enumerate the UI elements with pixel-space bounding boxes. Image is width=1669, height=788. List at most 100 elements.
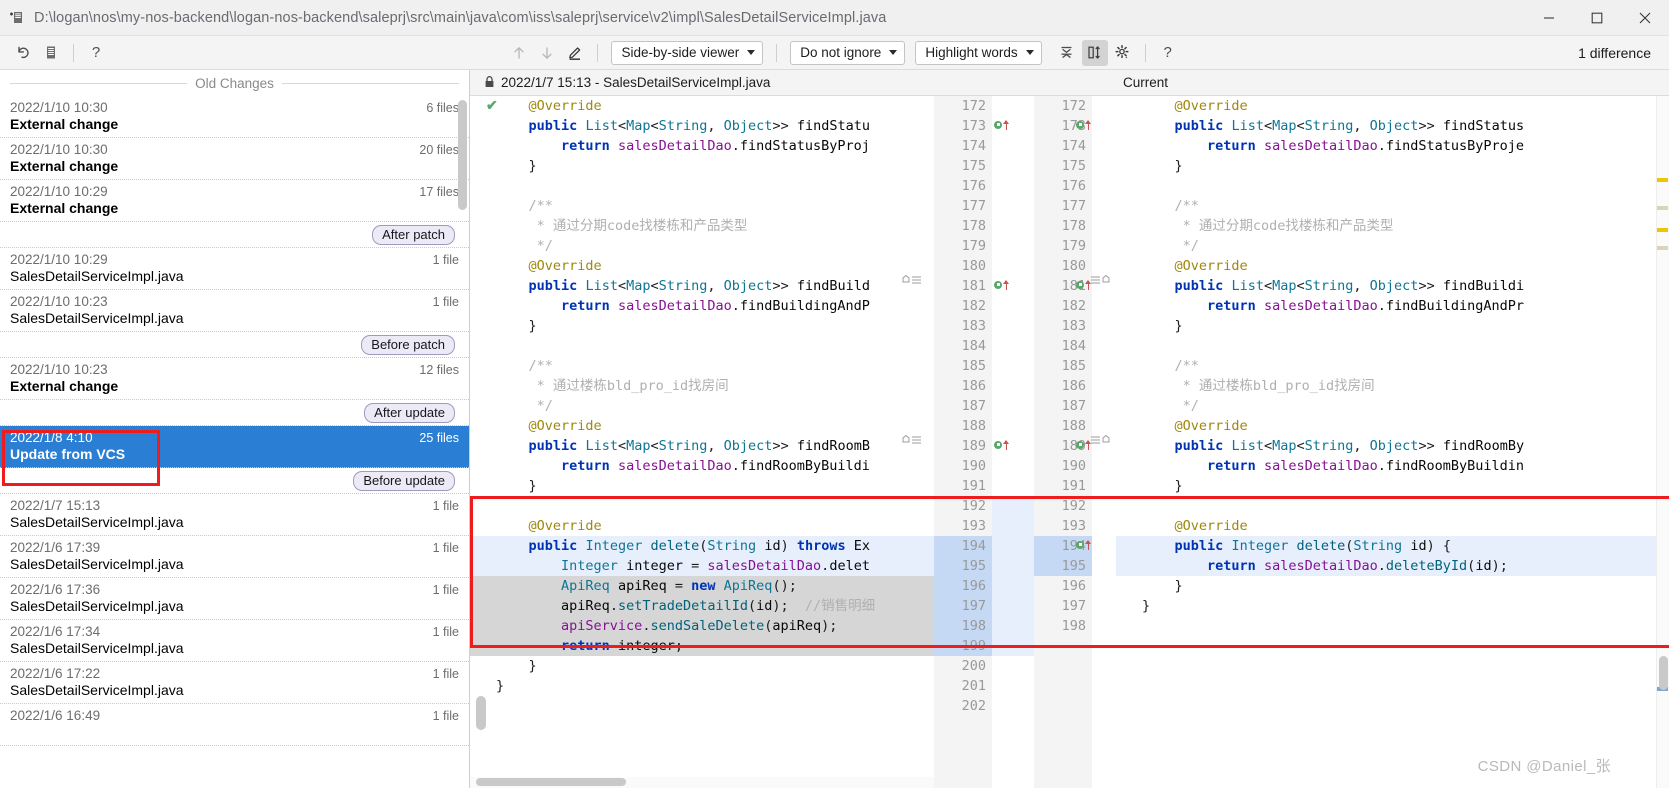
edit-pencil-icon[interactable] xyxy=(562,40,588,66)
change-marker-right[interactable] xyxy=(1076,119,1092,130)
line-number: 176 xyxy=(961,178,986,194)
fold-marker-icon[interactable] xyxy=(1090,434,1112,449)
maximize-button[interactable] xyxy=(1573,0,1621,36)
apply-arrow-icon[interactable] xyxy=(1085,119,1092,130)
minimize-button[interactable] xyxy=(1525,0,1573,36)
line-number: 190 xyxy=(961,458,986,474)
change-marker[interactable] xyxy=(994,279,1010,290)
fold-marker-icon[interactable] xyxy=(902,434,922,449)
change-list-item[interactable]: 2022/1/6 17:39 1 file SalesDetailServiceIm… xyxy=(0,536,469,578)
change-list-item[interactable]: 2022/1/10 10:29 1 file SalesDetailServiceI… xyxy=(0,248,469,290)
change-list-item[interactable]: 2022/1/6 17:22 1 file SalesDetailServiceIm… xyxy=(0,662,469,704)
line-number: 187 xyxy=(1061,398,1086,414)
fold-marker-icon[interactable] xyxy=(1090,274,1112,289)
modified-dot-icon xyxy=(1076,120,1084,129)
change-list-item[interactable]: 2022/1/10 10:29 17 files External change xyxy=(0,180,469,222)
apply-arrow-icon[interactable] xyxy=(1003,439,1010,450)
line-number: 198 xyxy=(934,616,992,636)
change-title: External change xyxy=(10,116,119,132)
change-title: Update from VCS xyxy=(10,446,126,462)
highlight-mode-select[interactable]: Highlight words xyxy=(915,40,1042,65)
line-number: 179 xyxy=(961,238,986,254)
change-list-item[interactable]: 2022/1/8 4:10 25 files Update from VCS xyxy=(0,426,469,468)
change-marker[interactable] xyxy=(994,439,1010,450)
left-hscroll-thumb[interactable] xyxy=(476,778,626,786)
viewer-mode-select[interactable]: Side-by-side viewer xyxy=(611,40,764,65)
modified-dot-icon xyxy=(994,440,1002,449)
change-list-item[interactable]: 2022/1/6 16:49 1 file xyxy=(0,704,469,746)
line-number: 192 xyxy=(961,498,986,514)
undo-icon[interactable] xyxy=(10,40,36,66)
code-line: public List<Map<String, Object>> findBui… xyxy=(1174,278,1525,294)
header-rule-left xyxy=(10,82,188,84)
line-number: 175 xyxy=(1061,158,1086,174)
line-number: 182 xyxy=(1061,298,1086,314)
apply-arrow-icon[interactable] xyxy=(1085,539,1092,550)
change-list-item[interactable]: 2022/1/6 17:36 1 file SalesDetailServiceIm… xyxy=(0,578,469,620)
change-list-item[interactable]: 2022/1/6 17:34 1 file SalesDetailServiceIm… xyxy=(0,620,469,662)
change-list-item[interactable]: 2022/1/10 10:30 20 files External change xyxy=(0,138,469,180)
diff-right-pane[interactable]: @Override public List<Map<String, Object… xyxy=(1116,96,1669,788)
change-list-item[interactable]: 2022/1/7 15:13 1 file SalesDetailServiceIm… xyxy=(0,494,469,536)
right-line-number-gutter: 172 173 174 175 176 177 178 179 180 181 182 183 184 1… xyxy=(1034,96,1092,788)
change-file-count: 20 files xyxy=(419,143,459,157)
change-title: SalesDetailServiceImpl.java xyxy=(10,682,184,698)
fold-marker-icon[interactable] xyxy=(902,274,922,289)
synchronize-scroll-icon[interactable] xyxy=(1081,39,1108,66)
diff-marker-strip[interactable]: ≫ xyxy=(992,96,1034,788)
next-difference-icon[interactable] xyxy=(534,40,560,66)
diff-left-header: 2022/1/7 15:13 - SalesDetailServiceImpl.… xyxy=(470,75,1109,91)
code-line: @Override xyxy=(1174,418,1248,434)
changes-label-pill: After update xyxy=(364,402,455,423)
changes-label-pill: Before patch xyxy=(361,334,455,355)
annotate-icon[interactable] xyxy=(38,40,64,66)
line-number: 183 xyxy=(1061,318,1086,334)
line-number: 175 xyxy=(961,158,986,174)
code-line: public List<Map<String, Object>> findRoo… xyxy=(1174,438,1525,454)
code-line: Integer integer = salesDetailDao.delet xyxy=(470,556,934,576)
changes-list[interactable]: 2022/1/10 10:30 6 files External change 202… xyxy=(0,96,469,788)
change-date: 2022/1/10 10:23 xyxy=(10,362,108,377)
gear-icon[interactable] xyxy=(1110,40,1136,66)
window-body: Old Changes 2022/1/10 10:30 6 files Extern… xyxy=(0,70,1669,788)
left-pane-hscrollbar[interactable] xyxy=(470,777,934,788)
change-file-count: 12 files xyxy=(419,363,459,377)
right-fold-column xyxy=(1090,96,1116,788)
modified-dot-icon xyxy=(1076,280,1084,289)
line-number: 194 xyxy=(934,536,992,556)
changes-label-row: Before patch xyxy=(0,332,469,358)
code-line: apiService.sendSaleDelete(apiReq); xyxy=(470,616,934,636)
change-marker[interactable] xyxy=(994,119,1010,130)
change-marker-right[interactable] xyxy=(1076,539,1092,550)
diff-panes: @Override public List<Map<String, Object… xyxy=(470,96,1669,788)
line-number: 192 xyxy=(1061,498,1086,514)
code-line: */ xyxy=(496,238,553,254)
code-line: */ xyxy=(1142,398,1199,414)
help-icon[interactable]: ? xyxy=(83,40,109,66)
code-line: @Override xyxy=(1174,258,1248,274)
right-vscroll-thumb[interactable] xyxy=(1659,656,1668,690)
apply-arrow-icon[interactable] xyxy=(1003,119,1010,130)
previous-difference-icon[interactable] xyxy=(506,40,532,66)
line-number: 185 xyxy=(961,358,986,374)
change-title: External change xyxy=(10,200,119,216)
code-line: @Override xyxy=(1174,98,1248,114)
right-pane-vscrollbar[interactable] xyxy=(1656,96,1669,788)
change-file-count: 17 files xyxy=(419,185,459,199)
line-number: 172 xyxy=(961,98,986,114)
toolbar-help-icon[interactable]: ? xyxy=(1155,40,1181,66)
change-list-item[interactable]: 2022/1/10 10:30 6 files External change xyxy=(0,96,469,138)
diff-left-pane[interactable]: @Override public List<Map<String, Object… xyxy=(470,96,934,788)
line-number: 193 xyxy=(1061,518,1086,534)
changes-scrollbar[interactable] xyxy=(458,100,467,210)
collapse-unchanged-icon[interactable] xyxy=(1054,40,1080,66)
change-list-item[interactable]: 2022/1/10 10:23 12 files External change xyxy=(0,358,469,400)
ignore-mode-select[interactable]: Do not ignore xyxy=(790,40,906,65)
change-list-item[interactable]: 2022/1/10 10:23 1 file SalesDetailServiceI… xyxy=(0,290,469,332)
apply-arrow-icon[interactable] xyxy=(1003,279,1010,290)
left-pane-vscroll-thumb[interactable] xyxy=(476,696,486,730)
chevron-down-icon xyxy=(1025,50,1034,55)
close-button[interactable] xyxy=(1621,0,1669,36)
